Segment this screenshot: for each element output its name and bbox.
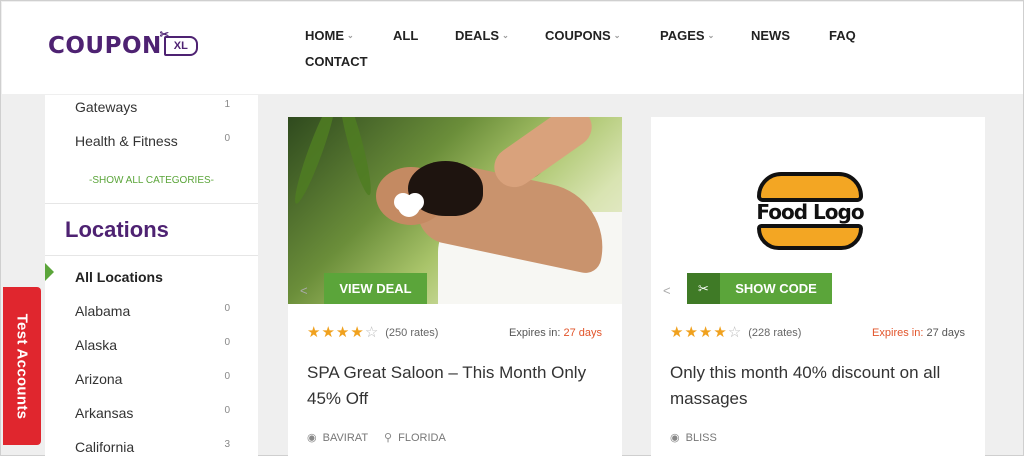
nav-deals[interactable]: DEALS ⌄: [455, 28, 509, 43]
star-icon: ★: [670, 324, 684, 341]
location-item-california[interactable]: California 3: [75, 439, 230, 455]
category-count: 0: [224, 133, 230, 144]
deal-meta: ◉ BAVIRAT ⚲ FLORIDA: [307, 431, 446, 445]
bun-top-shape: [757, 172, 863, 202]
location-label: Arkansas: [75, 405, 134, 421]
chevron-down-icon: ⌄: [502, 31, 509, 40]
category-label: Gateways: [75, 99, 138, 115]
star-empty-icon: ☆: [727, 324, 742, 341]
food-logo: Food Logo: [751, 172, 869, 252]
category-item-gateways[interactable]: Gateways 1: [75, 99, 230, 115]
store-name[interactable]: BAVIRAT: [323, 432, 368, 444]
star-icon: ★: [307, 324, 321, 341]
coupon-title[interactable]: Only this month 40% discount on all mass…: [670, 360, 970, 412]
divider: [45, 255, 258, 256]
nav-coupons[interactable]: COUPONS ⌄: [545, 28, 620, 43]
location-label: All Locations: [75, 269, 163, 285]
rates-count: (250 rates): [385, 326, 439, 339]
divider: [45, 203, 258, 204]
location-label: Alaska: [75, 337, 118, 353]
food-logo-text: Food Logo: [756, 200, 864, 224]
rates-count: (228 rates): [748, 326, 802, 339]
site-logo[interactable]: COUPON ✂ XL: [48, 26, 198, 66]
nav-faq[interactable]: FAQ: [829, 28, 856, 43]
expires-label: Expires in:: [509, 327, 561, 339]
deal-card: < VIEW DEAL ★ ★ ★ ★ ☆ (250 rates) Expire…: [288, 117, 622, 456]
test-accounts-label: Test Accounts: [13, 313, 31, 419]
category-count: 1: [224, 99, 230, 110]
location-count: 0: [224, 371, 230, 382]
rating: ★ ★ ★ ★ ☆ (250 rates): [307, 325, 438, 340]
nav-news[interactable]: NEWS: [751, 28, 790, 43]
category-item-health-fitness[interactable]: Health & Fitness 0: [75, 133, 230, 149]
coupon-meta: ◉ BLISS: [670, 431, 717, 445]
deal-title[interactable]: SPA Great Saloon – This Month Only 45% O…: [307, 360, 607, 412]
location-pin-icon: ⚲: [384, 432, 393, 444]
location-label: California: [75, 439, 135, 455]
location-count: 0: [224, 303, 230, 314]
chevron-down-icon: ⌄: [613, 31, 621, 40]
scissors-icon[interactable]: ✂: [687, 273, 720, 304]
location-item-arkansas[interactable]: Arkansas 0: [75, 405, 230, 421]
star-icon: ★: [350, 324, 364, 341]
show-all-categories-link[interactable]: -SHOW ALL CATEGORIES-: [45, 175, 258, 186]
sidebar: Gateways 1 Health & Fitness 0 -SHOW ALL …: [45, 95, 258, 456]
store-icon: ◉: [307, 432, 317, 444]
location-label: Arizona: [75, 371, 123, 387]
rating: ★ ★ ★ ★ ☆ (228 rates): [670, 325, 801, 340]
flower-icon: [398, 195, 420, 217]
chevron-down-icon: ⌄: [707, 31, 715, 40]
expiry: Expires in: 27 days: [509, 327, 602, 339]
chevron-down-icon: ⌄: [347, 31, 354, 40]
view-deal-button[interactable]: VIEW DEAL: [324, 273, 427, 304]
share-icon[interactable]: <: [300, 283, 308, 298]
locations-heading: Locations: [65, 217, 169, 242]
active-marker-icon: [45, 263, 54, 281]
nav-contact[interactable]: CONTACT: [305, 54, 368, 69]
star-empty-icon: ☆: [364, 324, 379, 341]
category-label: Health & Fitness: [75, 133, 178, 149]
share-icon[interactable]: <: [663, 283, 671, 298]
logo-tag-icon: ✂ XL: [160, 29, 198, 56]
expires-days: 27 days: [926, 327, 965, 339]
location-item-alabama[interactable]: Alabama 0: [75, 303, 230, 319]
store-name[interactable]: BLISS: [686, 432, 717, 444]
logo-text: COUPON: [48, 33, 162, 59]
nav-all[interactable]: ALL: [393, 28, 418, 43]
nav-home[interactable]: HOME ⌄: [305, 28, 354, 43]
bun-bottom-shape: [757, 224, 863, 250]
location-name[interactable]: FLORIDA: [398, 432, 446, 444]
location-item-arizona[interactable]: Arizona 0: [75, 371, 230, 387]
location-item-alaska[interactable]: Alaska 0: [75, 337, 230, 353]
location-count: 3: [224, 439, 230, 450]
scissors-icon: ✂: [159, 29, 169, 41]
test-accounts-tab[interactable]: Test Accounts: [3, 287, 41, 445]
coupon-card: Food Logo < ✂ SHOW CODE ★ ★ ★ ★ ☆ (228 r…: [651, 117, 985, 456]
star-icon: ★: [684, 324, 698, 341]
location-item-all[interactable]: All Locations: [75, 269, 230, 285]
location-count: 0: [224, 405, 230, 416]
location-label: Alabama: [75, 303, 131, 319]
star-icon: ★: [713, 324, 727, 341]
star-icon: ★: [335, 324, 350, 341]
nav-pages[interactable]: PAGES ⌄: [660, 28, 714, 43]
expiry: Expires in: 27 days: [872, 327, 965, 339]
expires-days: 27 days: [563, 327, 602, 339]
star-icon: ★: [698, 324, 713, 341]
star-icon: ★: [321, 324, 335, 341]
expires-label: Expires in:: [872, 327, 924, 339]
location-count: 0: [224, 337, 230, 348]
site-header: COUPON ✂ XL HOME ⌄ ALL DEALS ⌄ COUPONS ⌄ PA…: [2, 2, 1023, 94]
logo-tag-text: XL: [173, 40, 188, 52]
show-code-button[interactable]: SHOW CODE: [720, 273, 832, 304]
store-icon: ◉: [670, 432, 680, 444]
